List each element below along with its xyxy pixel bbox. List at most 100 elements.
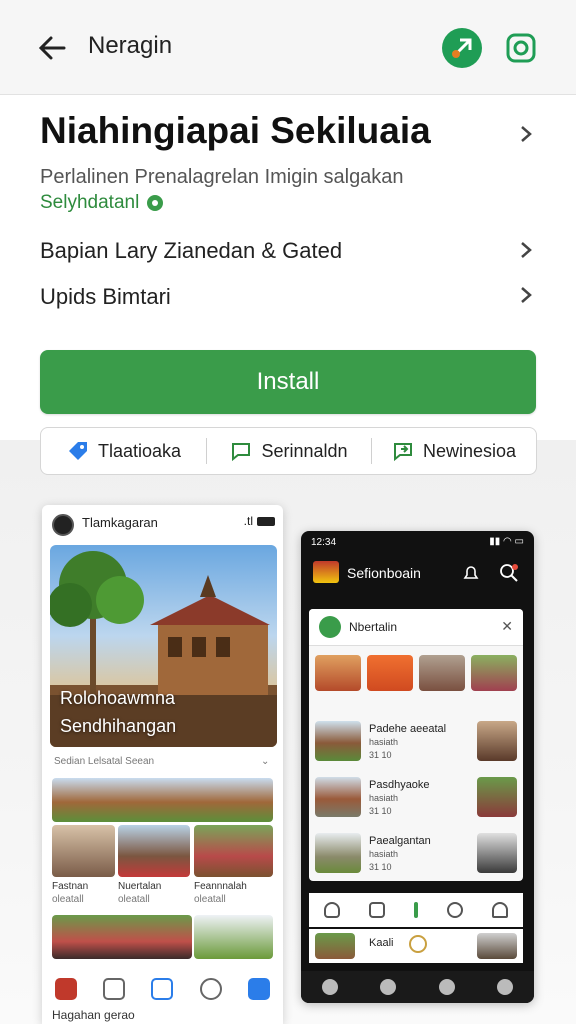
close-icon[interactable]: ✕ <box>501 618 513 635</box>
top-app-bar: Neragin <box>0 0 576 95</box>
section-heading: Sedian Lelsatal Seean <box>54 756 155 767</box>
phone1-title: Tlamkagaran <box>82 515 158 530</box>
messages-icon[interactable] <box>247 978 270 1000</box>
gallery-thumb[interactable] <box>194 825 273 877</box>
list-item-sub: hasiath <box>369 849 399 859</box>
phone2-bottom-nav <box>301 971 534 1003</box>
hero-title-line1: Rolohoawmna <box>60 688 176 708</box>
share-icon <box>393 443 412 462</box>
card-header: Nbertalin ✕ <box>309 609 523 646</box>
list-item-title: Pasdhyaoke <box>369 779 430 791</box>
app-logo-icon <box>313 561 339 583</box>
search-icon[interactable] <box>199 978 222 1000</box>
list-item-sub: hasiath <box>369 793 399 803</box>
share-chat-icon[interactable] <box>442 28 482 68</box>
nav-title: Neragin <box>88 32 173 59</box>
tile-thumb[interactable] <box>315 655 361 691</box>
list-item-meta: 31 10 <box>369 750 392 760</box>
gallery-thumb[interactable] <box>52 825 115 877</box>
gallery-thumb[interactable] <box>52 915 192 959</box>
chip-share[interactable]: Newinesioa <box>371 428 536 474</box>
list-item-sub: hasiath <box>369 737 399 747</box>
list-item-avatar[interactable] <box>477 721 517 761</box>
home-icon[interactable] <box>55 978 78 1000</box>
phone2-toolbar <box>309 893 523 927</box>
screenshot-phone-1[interactable]: Tlamkagaran .tl Rolohoawmna Sendhihangan… <box>42 505 283 1024</box>
list-item-avatar <box>477 933 517 959</box>
developer-row[interactable]: Selyhdatanl <box>40 192 165 214</box>
card-title: Nbertalin <box>349 620 398 634</box>
app-logo-icon <box>52 514 74 536</box>
developer-name: Selyhdatanl <box>40 192 140 213</box>
home-icon[interactable] <box>322 979 339 995</box>
list-item-thumb <box>315 933 355 959</box>
status-icons: ▮▮ ◠ ▭ <box>489 536 524 547</box>
camera-icon[interactable] <box>505 32 537 64</box>
profile-icon[interactable] <box>492 902 509 918</box>
list-item-avatar[interactable] <box>477 833 517 873</box>
thumb-caption: Nuertalan <box>118 881 162 892</box>
app-title: Niahingiapai Sekiluaia <box>40 110 431 151</box>
screenshot-phone-2[interactable]: 12:34 ▮▮ ◠ ▭ Sefionboain Nbertalin ✕ Pad… <box>301 531 534 1003</box>
list-item-title: Padehe aeeatal <box>369 723 447 735</box>
chat-icon[interactable] <box>447 902 464 918</box>
gallery-thumb[interactable] <box>194 915 273 959</box>
book-icon[interactable] <box>103 978 126 1000</box>
list-item-meta: 31 10 <box>369 862 392 872</box>
chevron-right-icon[interactable] <box>516 240 536 260</box>
chevron-down-icon[interactable]: ⌄ <box>261 756 269 767</box>
battery-icon <box>257 517 275 526</box>
last-list-item[interactable]: Kaali <box>309 929 523 963</box>
search-icon[interactable] <box>499 563 519 583</box>
more-icon[interactable] <box>413 902 418 918</box>
tile-thumb[interactable] <box>367 655 413 691</box>
gallery-banner[interactable] <box>52 778 273 822</box>
phone1-bottom-text: Hagahan gerao <box>52 1008 135 1022</box>
verified-badge-icon <box>147 195 164 211</box>
info-row-1[interactable]: Bapian Lary Zianedan & Gated <box>40 238 342 264</box>
profile-icon[interactable] <box>496 979 513 995</box>
status-time: 12:34 <box>311 537 337 548</box>
tile-thumb[interactable] <box>471 655 517 691</box>
phone2-header: Sefionboain <box>301 553 534 597</box>
chip-label: Newinesioa <box>422 440 517 461</box>
chevron-right-icon[interactable] <box>516 124 536 144</box>
notification-card: Nbertalin ✕ Padehe aeeatal hasiath 31 10… <box>309 609 523 881</box>
gallery-thumb[interactable] <box>118 825 190 877</box>
bottom-nav <box>42 969 283 1009</box>
reaction-icon <box>409 935 427 953</box>
thumb-subcaption: oleatall <box>194 894 226 905</box>
signal-status: .tl <box>243 514 253 528</box>
avatar <box>319 616 341 638</box>
info-row-2[interactable]: Upids Bimtari <box>40 284 171 310</box>
back-arrow-icon[interactable] <box>34 30 70 66</box>
list-item-thumb[interactable] <box>315 833 361 873</box>
app-subtitle: Perlalinen Prenalagrelan Imigin salgakan <box>40 166 404 188</box>
list-item-title: Kaali <box>369 937 394 949</box>
notifications-icon[interactable] <box>438 979 455 995</box>
action-chip-bar: Tlaatioaka Serinnaldn Newinesioa <box>40 427 537 475</box>
bell-icon[interactable] <box>461 563 481 583</box>
install-button[interactable]: Install <box>40 350 536 414</box>
thumb-subcaption: oleatall <box>52 894 84 905</box>
chat-icon <box>232 443 251 462</box>
tag-icon <box>68 442 87 460</box>
hero-image: Rolohoawmna Sendhihangan <box>50 545 277 747</box>
chip-chat[interactable]: Serinnaldn <box>206 428 371 474</box>
thumb-subcaption: oleatall <box>118 894 150 905</box>
home-icon[interactable] <box>323 902 340 918</box>
image-icon[interactable] <box>368 902 385 918</box>
add-icon[interactable] <box>151 978 174 1000</box>
list-item-meta: 31 10 <box>369 806 392 816</box>
search-icon[interactable] <box>380 979 397 995</box>
list-item-avatar[interactable] <box>477 777 517 817</box>
chip-label: Serinnaldn <box>261 440 348 461</box>
list-item-thumb[interactable] <box>315 721 361 761</box>
chip-tag[interactable]: Tlaatioaka <box>41 428 206 474</box>
list-item-thumb[interactable] <box>315 777 361 817</box>
thumb-caption: Fastnan <box>52 881 89 892</box>
list-item-title: Paealgantan <box>369 835 431 847</box>
chevron-right-icon[interactable] <box>516 285 536 305</box>
tile-thumb[interactable] <box>419 655 465 691</box>
phone2-title: Sefionboain <box>347 565 421 581</box>
